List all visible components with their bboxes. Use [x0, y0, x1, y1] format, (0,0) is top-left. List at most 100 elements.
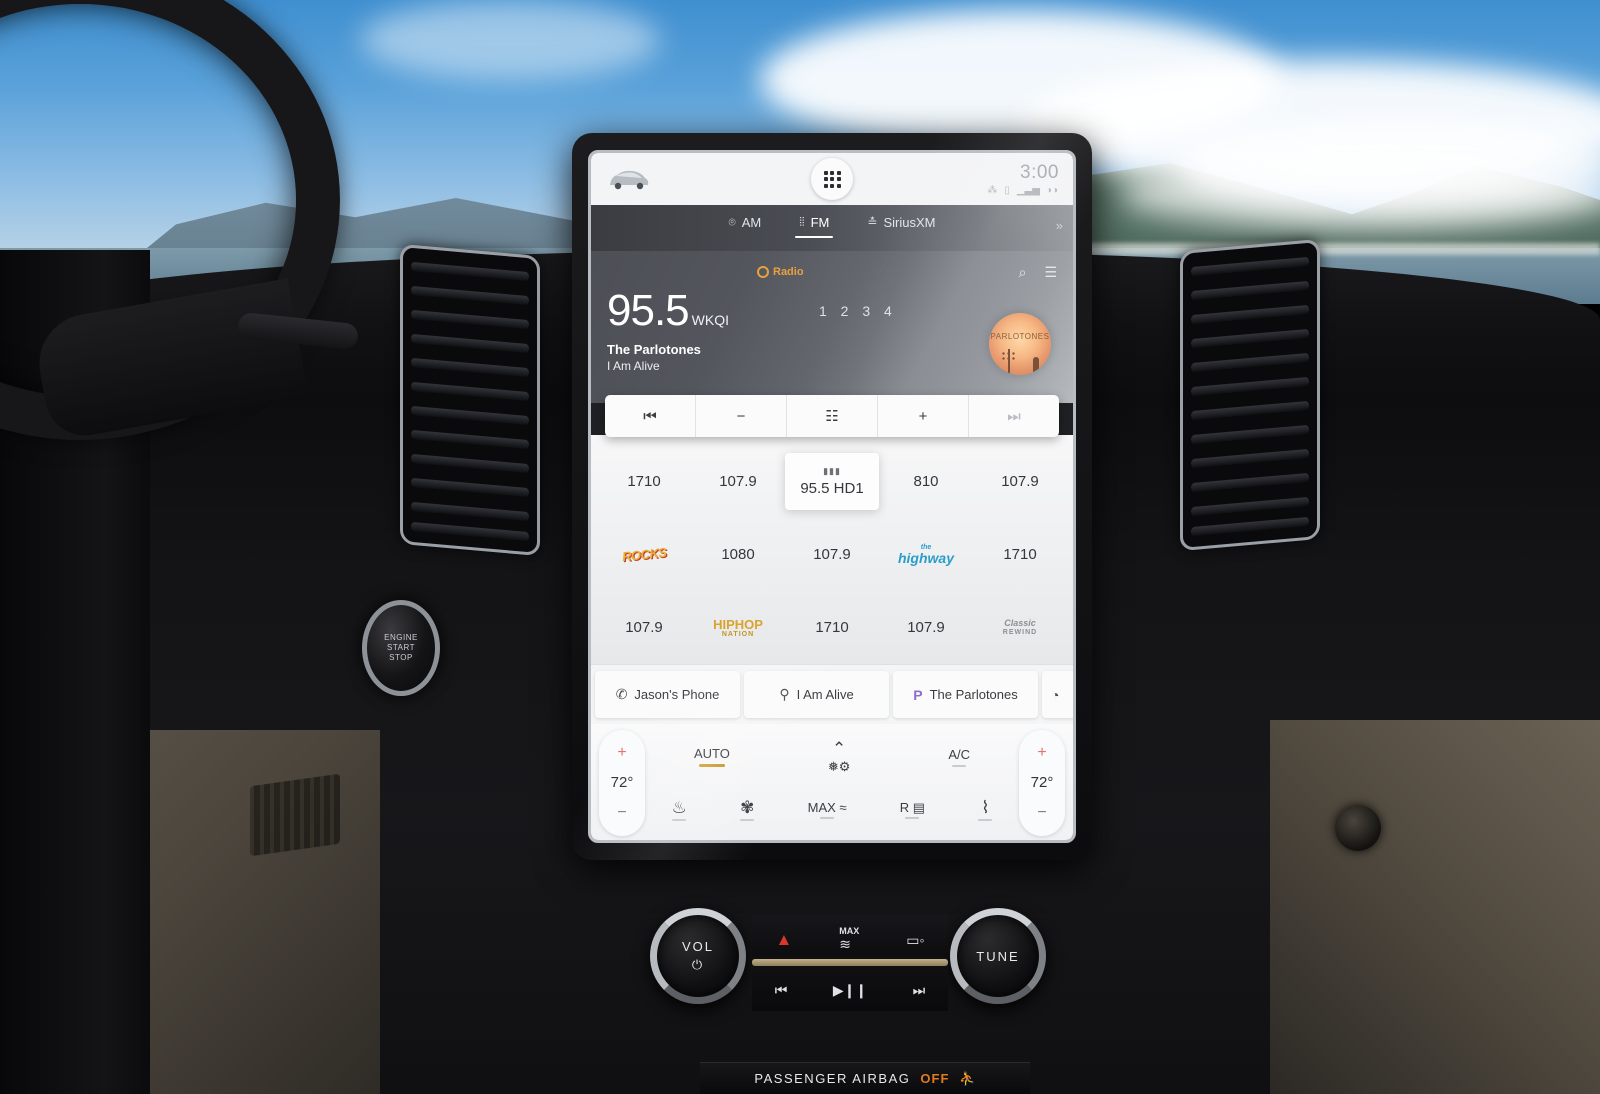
cloud: [360, 0, 660, 80]
preset-button[interactable]: 1710: [973, 518, 1067, 591]
ac-button[interactable]: A/C: [948, 747, 970, 767]
apps-grid-icon: [823, 170, 841, 188]
preset-row: 1710 107.9 ▮▮▮ 95.5 HD1 810 107.9: [597, 445, 1067, 518]
front-defrost-button[interactable]: MAX ≋: [839, 927, 859, 953]
start-button-line3: STOP: [389, 653, 413, 662]
tweeter-speaker: [1335, 805, 1381, 851]
heated-seat-passenger-button[interactable]: ⌇: [978, 797, 993, 821]
passenger-temp-down-button[interactable]: −: [1037, 805, 1046, 821]
preset-label: 107.9: [1001, 473, 1039, 490]
preset-button[interactable]: ROCKS: [597, 518, 691, 591]
station-callsign: WKQI: [691, 312, 729, 328]
media-display-icon: ▭◦: [906, 931, 925, 948]
broadcast-icon: ⦙⦙: [799, 214, 805, 229]
car-icon[interactable]: [605, 166, 651, 192]
preset-row: ROCKS 1080 107.9 the highway 1710: [597, 518, 1067, 591]
album-art: PARLOTONES: [989, 313, 1051, 375]
preset-label: 1710: [1003, 546, 1037, 563]
fan-speed-button[interactable]: ✾: [740, 799, 754, 821]
seat-icon: ⌇: [981, 797, 990, 817]
seek-up-button[interactable]: ⏭: [969, 395, 1059, 437]
preset-button[interactable]: 107.9: [785, 518, 879, 591]
driver-temp-up-button[interactable]: +: [617, 744, 626, 761]
hard-button-row-top: ▲ MAX ≋ ▭◦: [752, 923, 948, 957]
play-pause-button[interactable]: ▶❙❙: [833, 982, 867, 999]
status-icon-row: ⁂ ▯ ▁▃▅ ◗◗: [987, 184, 1059, 196]
tab-am[interactable]: ⌾ AM: [725, 213, 766, 238]
air-vent-left[interactable]: [400, 243, 540, 557]
search-icon[interactable]: ⌕: [1019, 264, 1027, 281]
air-vent-right[interactable]: [1180, 238, 1320, 552]
max-defrost-hard-label: MAX: [839, 926, 860, 936]
presets-button[interactable]: ☷: [787, 395, 878, 437]
shortcut-more[interactable]: ◔: [1042, 671, 1073, 718]
tabs-overflow-icon[interactable]: »: [1056, 218, 1063, 233]
preset-button[interactable]: 107.9: [597, 591, 691, 664]
preset-label: 810: [913, 473, 939, 490]
speaker-grille: [250, 773, 340, 857]
preset-button[interactable]: 1710: [785, 591, 879, 664]
tune-down-button[interactable]: −: [696, 395, 787, 437]
apps-grid-button[interactable]: [811, 158, 853, 200]
shortcut-pandora[interactable]: P The Parlotones: [893, 671, 1038, 718]
preset-button[interactable]: 107.9: [973, 445, 1067, 518]
media-display-button[interactable]: ▭◦: [906, 932, 924, 949]
shortcut-phone-label: Jason's Phone: [634, 687, 720, 702]
tune-up-button[interactable]: +: [878, 395, 969, 437]
preset-button[interactable]: 810: [879, 445, 973, 518]
list-view-icon[interactable]: ☰: [1044, 264, 1057, 281]
tab-am-label: AM: [741, 214, 762, 230]
airbag-off-icon: ⛹: [959, 1070, 976, 1086]
preset-button[interactable]: the highway: [879, 518, 973, 591]
tab-fm[interactable]: ⦙⦙ FM: [795, 213, 834, 238]
preset-logo-highway: the highway: [898, 544, 954, 565]
climate-row-bottom: ♨ ✾ MAX ≈ R ▤ ⌇: [645, 783, 1019, 836]
passenger-temp-up-button[interactable]: +: [1037, 744, 1046, 761]
preset-label: 95.5 HD1: [800, 480, 864, 497]
clock: 3:00: [1020, 161, 1059, 183]
bluetooth-icon: ⁂: [987, 184, 998, 196]
shortcut-phone[interactable]: ✆ Jason's Phone: [595, 671, 740, 718]
auto-climate-button[interactable]: AUTO: [694, 746, 730, 767]
tune-knob[interactable]: TUNE: [950, 908, 1046, 1004]
airflow-mode-button[interactable]: ⌃ ❅⚙: [828, 740, 851, 773]
preset-logo-highway-main: highway: [897, 550, 954, 566]
driver-temp-stepper[interactable]: + 72° −: [599, 730, 645, 836]
rear-defrost-button[interactable]: R ▤: [900, 801, 925, 819]
preset-button-selected[interactable]: ▮▮▮ 95.5 HD1: [785, 453, 879, 510]
seek-down-button[interactable]: ⏮: [605, 395, 696, 437]
preset-button[interactable]: Classic REWIND: [973, 591, 1067, 664]
preset-button[interactable]: 107.9: [879, 591, 973, 664]
preset-button[interactable]: 1080: [691, 518, 785, 591]
volume-knob[interactable]: VOL ⏻: [650, 908, 746, 1004]
auto-climate-label: AUTO: [693, 746, 730, 761]
fan-indicator: [740, 818, 755, 821]
trim-strip: [752, 959, 948, 966]
preset-button[interactable]: HIPHOP NATION: [691, 591, 785, 664]
preset-label: 1080: [721, 546, 755, 563]
hazard-triangle-icon[interactable]: ▲: [775, 930, 792, 950]
source-shortcut-bar: ✆ Jason's Phone ⚲ I Am Alive P The Parlo…: [591, 664, 1073, 724]
shortcut-usb[interactable]: ⚲ I Am Alive: [744, 671, 889, 718]
next-track-button[interactable]: ⏭: [913, 982, 926, 999]
max-defrost-button[interactable]: MAX ≈: [808, 801, 847, 819]
ac-state-indicator: [952, 764, 967, 767]
tab-fm-label: FM: [810, 214, 830, 230]
heated-seat-driver-button[interactable]: ♨: [672, 799, 687, 821]
preset-label: 107.9: [719, 473, 757, 490]
prev-track-button[interactable]: ⏮: [775, 982, 788, 999]
preset-button[interactable]: 107.9: [691, 445, 785, 518]
preset-button[interactable]: 1710: [597, 445, 691, 518]
album-art-figure: [1033, 357, 1039, 373]
passenger-temp-stepper[interactable]: + 72° −: [1019, 730, 1065, 836]
driver-temp-value: 72°: [610, 774, 634, 792]
engine-start-stop-button[interactable]: ENGINE START STOP: [362, 600, 440, 696]
preset-logo-classic-sub: REWIND: [1002, 628, 1038, 636]
shortcut-pandora-label: The Parlotones: [929, 687, 1018, 702]
hd-subchannel-list[interactable]: 1 2 3 4: [819, 303, 897, 319]
preset-logo-classic: Classic REWIND: [1003, 618, 1037, 637]
hd-radio-label: Radio: [773, 266, 804, 278]
tab-siriusxm[interactable]: ≛ SiriusXM: [863, 213, 939, 238]
hd-icon: ▮▮▮: [823, 466, 841, 476]
driver-temp-down-button[interactable]: −: [617, 805, 626, 821]
